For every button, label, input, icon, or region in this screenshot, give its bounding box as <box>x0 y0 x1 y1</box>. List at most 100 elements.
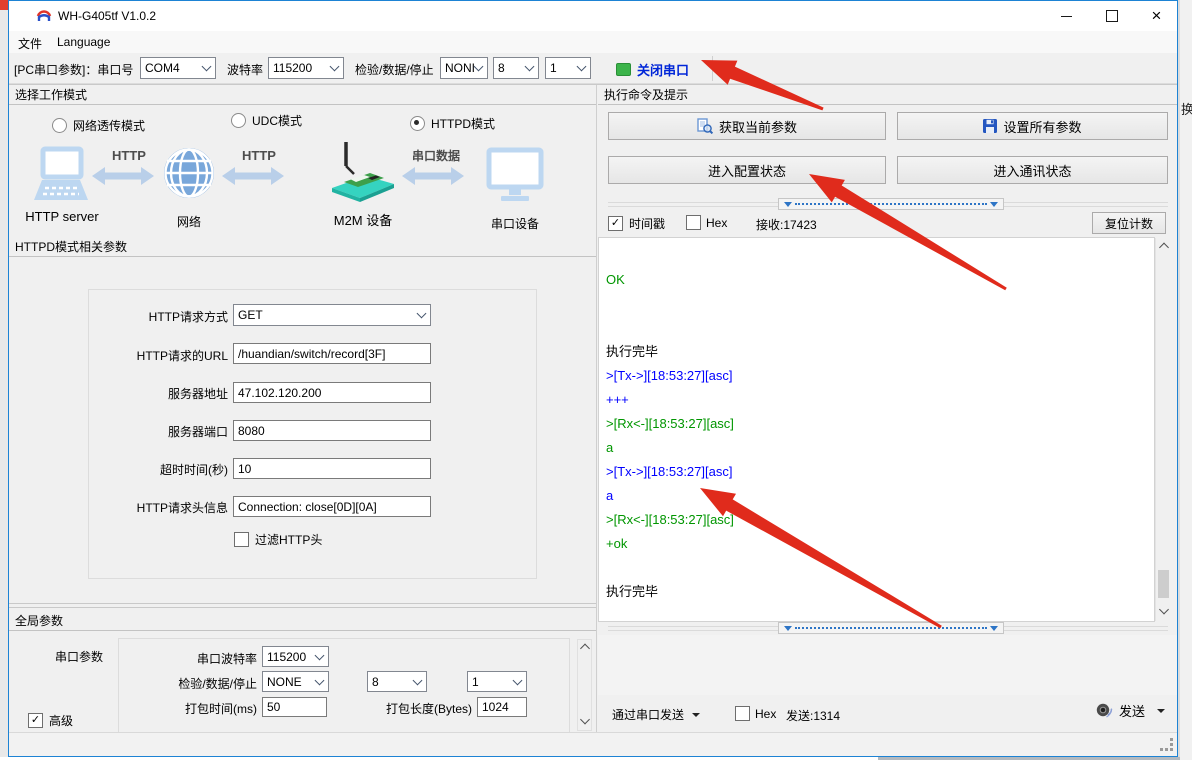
log-line: 执行完毕 <box>606 580 734 604</box>
baud-select[interactable]: 115200 <box>268 57 344 79</box>
chevron-down-icon <box>474 62 484 72</box>
background-left-strip <box>0 0 8 760</box>
send-hex-checkbox[interactable]: Hex <box>735 706 776 721</box>
collapse-down-icon[interactable] <box>990 202 998 207</box>
minimize-button[interactable] <box>1043 1 1089 31</box>
double-arrow-icon <box>222 165 284 187</box>
http-url-label: HTTP请求的URL <box>40 347 228 364</box>
enter-config-label: 进入配置状态 <box>708 161 786 180</box>
collapse-down-icon[interactable] <box>990 626 998 631</box>
radio-transparent-label: 网络透传模式 <box>73 117 145 134</box>
radio-selected-icon <box>410 116 425 131</box>
collapse-up-icon[interactable] <box>784 626 792 631</box>
splitter-dots <box>795 627 987 629</box>
enter-comm-label: 进入通讯状态 <box>993 161 1071 180</box>
global-section-header: 全局参数 <box>9 611 596 631</box>
splitter1-handle[interactable] <box>778 198 1004 210</box>
serial-device-monitor-icon <box>486 147 544 205</box>
maximize-button[interactable] <box>1089 1 1135 31</box>
http-method-select[interactable]: GET <box>233 304 431 326</box>
scrollbar-thumb[interactable] <box>1158 570 1169 598</box>
request-header-input[interactable] <box>233 496 431 517</box>
packlen-label: 打包长度(Bytes) <box>362 700 472 717</box>
global-scrollbar[interactable] <box>577 639 592 731</box>
global-baud-label: 串口波特率 <box>137 650 257 667</box>
global-baud-value: 115200 <box>267 650 306 664</box>
send-text-area[interactable] <box>598 635 1177 695</box>
status-bar <box>9 732 1177 756</box>
filter-http-label: 过滤HTTP头 <box>255 531 322 548</box>
enter-comm-button[interactable]: 进入通讯状态 <box>897 156 1168 184</box>
packtime-input[interactable] <box>262 697 327 717</box>
chevron-down-icon <box>413 675 423 685</box>
toolbar-separator <box>712 56 713 81</box>
link1-label: HTTP <box>112 148 146 163</box>
reset-count-label: 复位计数 <box>1105 215 1153 232</box>
checkbox-icon <box>686 215 701 230</box>
scroll-up-icon[interactable] <box>580 644 590 654</box>
window-title: WH-G405tf V1.0.2 <box>58 9 156 23</box>
menu-file[interactable]: 文件 <box>18 35 42 52</box>
log-line: +ok <box>606 532 734 556</box>
chevron-down-icon <box>525 62 535 72</box>
set-params-button[interactable]: 设置所有参数 <box>897 112 1168 140</box>
stopbits-select[interactable]: 1 <box>545 57 591 79</box>
server-port-input[interactable] <box>233 420 431 441</box>
http-url-input[interactable] <box>233 343 431 364</box>
workmode-section-header: 选择工作模式 <box>9 85 596 105</box>
send-via-serial-dropdown[interactable]: 通过串口发送 <box>612 706 700 723</box>
scroll-down-icon[interactable] <box>1159 605 1169 615</box>
baud-value: 115200 <box>273 61 312 75</box>
radio-transparent-mode[interactable]: 网络透传模式 <box>52 117 145 134</box>
com-port-select[interactable]: COM4 <box>140 57 216 79</box>
packlen-input[interactable] <box>477 697 527 717</box>
server-port-label: 服务器端口 <box>40 423 228 440</box>
global-databits-select[interactable]: 8 <box>367 671 427 692</box>
chevron-down-icon <box>315 650 325 660</box>
global-parity-select[interactable]: NONE <box>262 671 329 692</box>
chevron-down-icon <box>202 62 212 72</box>
stopbits-value: 1 <box>550 61 557 75</box>
resize-grip[interactable] <box>1160 738 1174 752</box>
set-params-label: 设置所有参数 <box>1003 117 1081 136</box>
databits-value: 8 <box>498 61 505 75</box>
send-button[interactable]: 发送 <box>1096 701 1165 720</box>
laptop-icon <box>30 146 92 204</box>
collapse-up-icon[interactable] <box>784 202 792 207</box>
log-scrollbar[interactable] <box>1155 238 1171 621</box>
network-globe-icon <box>163 147 215 199</box>
close-icon: × <box>1152 6 1162 26</box>
databits-select[interactable]: 8 <box>493 57 539 79</box>
link3-label: 串口数据 <box>412 147 460 164</box>
radio-udc-label: UDC模式 <box>252 112 302 129</box>
chevron-down-icon <box>513 675 523 685</box>
menu-language[interactable]: Language <box>57 35 110 49</box>
radio-httpd-mode[interactable]: HTTPD模式 <box>410 115 495 132</box>
get-params-label: 获取当前参数 <box>719 117 797 136</box>
splitter2-handle[interactable] <box>778 622 1004 634</box>
recv-hex-checkbox[interactable]: Hex <box>686 215 727 230</box>
reset-count-button[interactable]: 复位计数 <box>1092 212 1166 234</box>
log-lines: OK 执行完毕 >[Tx->][18:53:27][asc] +++ >[Rx<… <box>606 268 734 604</box>
global-baud-select[interactable]: 115200 <box>262 646 329 667</box>
log-line: >[Rx<-][18:53:27][asc] <box>606 508 734 532</box>
splitter-dots <box>795 203 987 205</box>
filter-http-checkbox[interactable]: 过滤HTTP头 <box>234 531 322 548</box>
server-address-input[interactable] <box>233 382 431 403</box>
com-port-value: COM4 <box>145 61 180 75</box>
caret-down-icon <box>692 713 700 717</box>
scroll-up-icon[interactable] <box>1159 243 1169 253</box>
enter-config-button[interactable]: 进入配置状态 <box>608 156 886 184</box>
timestamp-checkbox[interactable]: ✓ 时间戳 <box>608 215 665 232</box>
parity-select[interactable]: NONI <box>440 57 488 79</box>
get-params-button[interactable]: 获取当前参数 <box>608 112 886 140</box>
log-line: +++ <box>606 388 734 412</box>
radio-udc-mode[interactable]: UDC模式 <box>231 112 302 129</box>
close-port-button[interactable]: 关闭串口 <box>616 58 702 80</box>
serial-device-caption: 串口设备 <box>483 215 547 232</box>
close-button[interactable]: × <box>1135 1 1178 31</box>
advanced-checkbox[interactable]: ✓ 高级 <box>28 712 73 729</box>
global-stopbits-select[interactable]: 1 <box>467 671 527 692</box>
timeout-input[interactable] <box>233 458 431 479</box>
scroll-down-icon[interactable] <box>580 715 590 725</box>
